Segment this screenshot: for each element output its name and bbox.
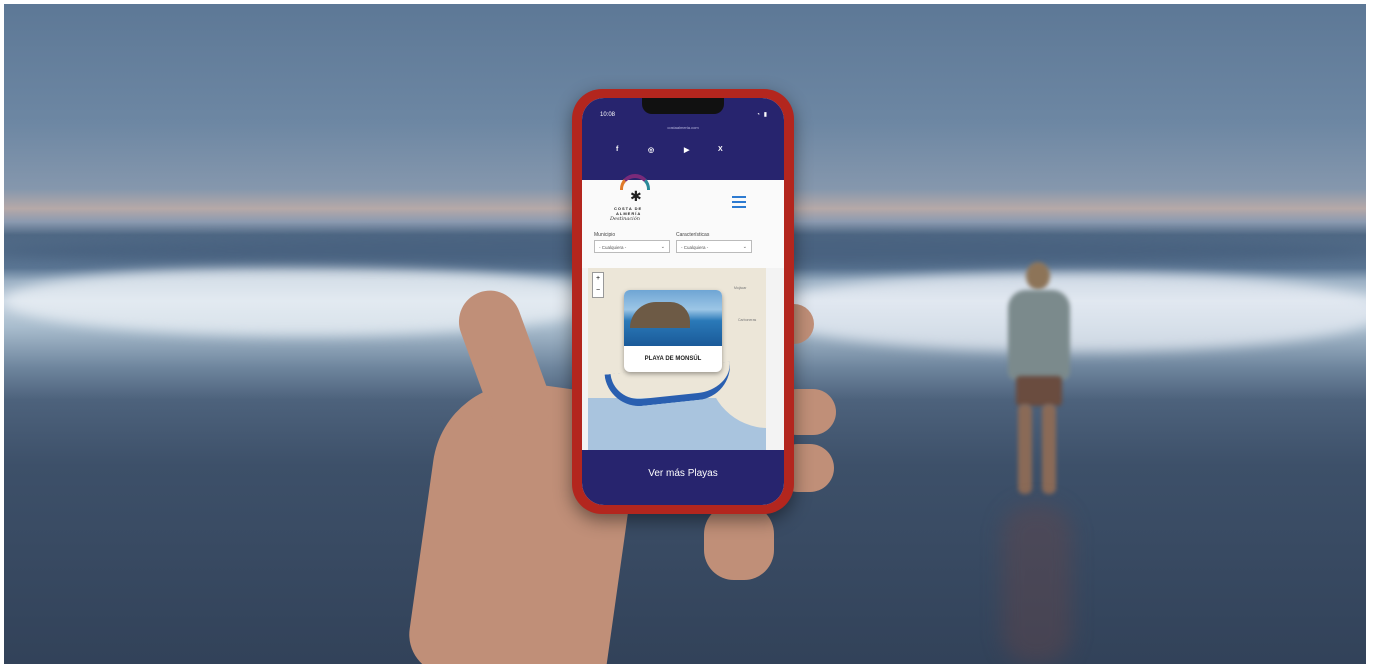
youtube-icon[interactable]: ▶ [684,146,689,154]
zoom-out-button[interactable]: − [593,285,603,297]
beach-popup[interactable]: PLAYA DE MONSÚL [624,290,722,372]
chevron-down-icon: ⌄ [660,244,665,250]
logo-text-3: Destinación [610,216,640,222]
site-logo[interactable]: ✱ COSTA DE ALMERÍA Destinación [604,174,674,228]
caracteristicas-label: Características [676,232,710,238]
chevron-down-icon: ⌄ [742,244,747,250]
finger [704,504,774,580]
status-time: 10:08 [600,112,616,118]
phone-screen: 10:08 ◔ ▮ costaalmeria.com f ◎ ▶ X ✱ COS… [582,98,784,505]
municipio-select[interactable]: - Cualquiera - ⌄ [594,240,670,253]
phone: 10:08 ◔ ▮ costaalmeria.com f ◎ ▶ X ✱ COS… [572,89,794,514]
site-header: ✱ COSTA DE ALMERÍA Destinación [582,174,784,228]
map-zoom-control: + − [592,272,604,298]
person-on-beach [996,254,1086,664]
beach-filters: Municipio - Cualquiera - ⌄ Característic… [582,228,784,268]
beach-name: PLAYA DE MONSÚL [644,356,702,362]
person-icon: ✱ [630,188,642,204]
camera-notch [642,98,724,114]
status-icons: ◔ ▮ [756,112,768,118]
hamburger-menu-icon[interactable] [732,196,746,208]
map-place-label: Carboneras [738,318,757,322]
map-place-label: Mojácar [734,286,747,290]
url-bar[interactable]: costaalmeria.com [582,122,784,134]
see-more-beaches-button[interactable]: Ver más Playas [582,450,784,505]
x-icon[interactable]: X [718,146,723,153]
municipio-label: Municipio [594,232,616,238]
facebook-icon[interactable]: f [616,146,618,153]
beach-map[interactable]: Mojácar Carboneras + − PLAYA DE MONSÚL [588,268,766,450]
status-bar: 10:08 ◔ ▮ [582,98,784,122]
zoom-in-button[interactable]: + [593,273,603,285]
instagram-icon[interactable]: ◎ [648,146,654,154]
caracteristicas-value: - Cualquiera - [681,245,709,250]
beach-photo-thumbnail [624,290,722,346]
municipio-value: - Cualquiera - [599,245,627,250]
caracteristicas-select[interactable]: - Cualquiera - ⌄ [676,240,752,253]
